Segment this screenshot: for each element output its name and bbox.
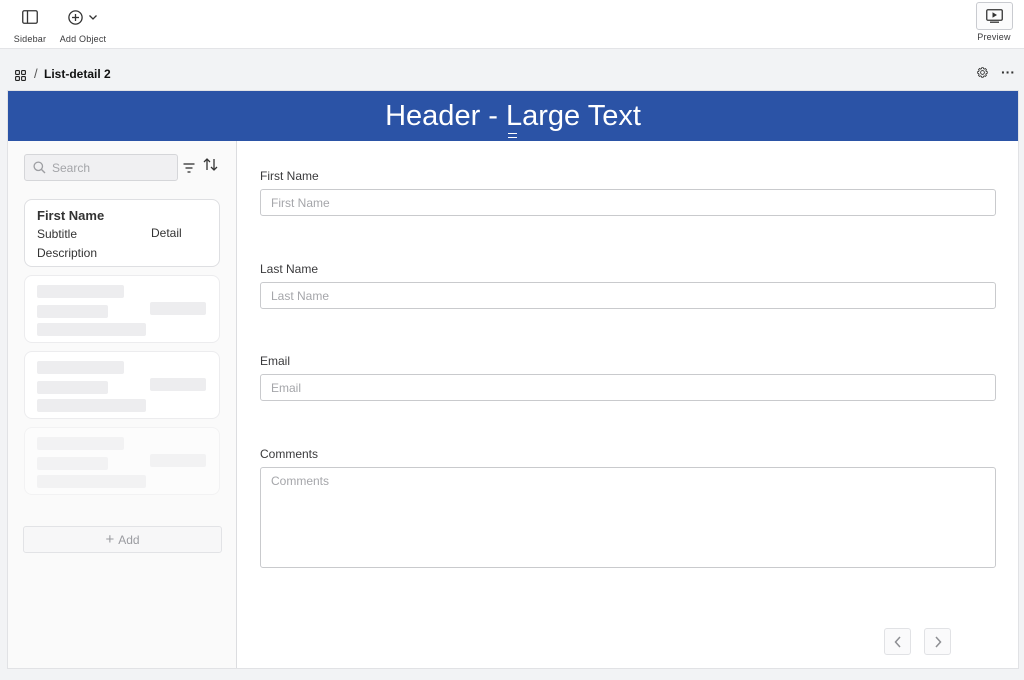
list-item-detail: Detail	[151, 226, 182, 240]
next-button[interactable]	[924, 628, 951, 655]
more-options-button[interactable]: ···	[1001, 64, 1015, 80]
skeleton-line	[37, 437, 124, 450]
app-canvas: Header - Large Text Search First Name Su…	[8, 91, 1018, 668]
comments-placeholder: Comments	[271, 474, 330, 488]
drag-handle-icon[interactable]	[508, 133, 517, 138]
search-placeholder: Search	[52, 161, 91, 175]
add-item-button[interactable]: + Add	[23, 526, 222, 553]
skeleton-line	[37, 285, 124, 298]
list-item-description: Description	[37, 246, 98, 260]
breadcrumb-separator: /	[34, 66, 38, 81]
list-item-title: First Name	[37, 208, 105, 223]
list-item[interactable]: First Name Subtitle Description Detail	[24, 199, 220, 267]
breadcrumb: / List-detail 2 ···	[0, 60, 1024, 88]
play-screen-icon	[975, 2, 1013, 30]
detail-form: First Name First Name Last Name Last Nam…	[237, 141, 1018, 668]
previous-button[interactable]	[884, 628, 911, 655]
gear-icon[interactable]	[976, 66, 989, 84]
last-name-placeholder: Last Name	[271, 289, 330, 303]
page-title[interactable]: List-detail 2	[44, 67, 111, 81]
last-name-field[interactable]: Last Name	[260, 282, 996, 309]
sidebar-icon	[22, 6, 38, 28]
list-item-placeholder	[24, 351, 220, 419]
sort-icon[interactable]	[203, 158, 218, 176]
chevron-left-icon	[893, 635, 901, 648]
skeleton-line	[150, 302, 206, 315]
last-name-label: Last Name	[260, 262, 319, 276]
skeleton-line	[37, 361, 124, 374]
add-item-label: Add	[118, 532, 140, 547]
plus-circle-icon	[67, 9, 83, 25]
skeleton-line	[37, 323, 146, 336]
sidebar-label: Sidebar	[13, 34, 47, 44]
first-name-placeholder: First Name	[271, 196, 330, 210]
chevron-down-icon	[88, 15, 97, 20]
skeleton-line	[37, 381, 108, 394]
skeleton-line	[37, 457, 108, 470]
header-text: Header - Large Text	[385, 99, 641, 132]
email-placeholder: Email	[271, 381, 302, 395]
list-item-placeholder	[24, 427, 220, 495]
top-toolbar: Sidebar Add Object Preview	[0, 0, 1024, 49]
grid-icon[interactable]	[15, 68, 26, 86]
list-item-placeholder	[24, 275, 220, 343]
first-name-label: First Name	[260, 169, 319, 183]
preview-button[interactable]: Preview	[974, 2, 1014, 42]
first-name-field[interactable]: First Name	[260, 189, 996, 216]
skeleton-line	[150, 378, 206, 391]
comments-field[interactable]: Comments	[260, 467, 996, 568]
search-icon	[33, 161, 46, 179]
preview-label: Preview	[977, 32, 1011, 42]
list-item-subtitle: Subtitle	[37, 227, 78, 241]
skeleton-line	[150, 454, 206, 467]
add-object-icon-group	[67, 6, 99, 28]
email-label: Email	[260, 354, 291, 368]
sidebar-toggle-button[interactable]: Sidebar	[12, 6, 48, 44]
skeleton-line	[37, 305, 108, 318]
filter-icon[interactable]	[183, 160, 195, 178]
chevron-right-icon	[934, 635, 942, 648]
header-banner[interactable]: Header - Large Text	[8, 91, 1018, 141]
add-object-button[interactable]: Add Object	[56, 6, 110, 44]
list-panel: Search First Name Subtitle Description D…	[8, 141, 237, 668]
add-object-label: Add Object	[59, 34, 107, 44]
email-field[interactable]: Email	[260, 374, 996, 401]
skeleton-line	[37, 475, 146, 488]
search-input[interactable]: Search	[24, 154, 178, 181]
comments-label: Comments	[260, 447, 319, 461]
plus-icon: +	[105, 530, 115, 548]
skeleton-line	[37, 399, 146, 412]
